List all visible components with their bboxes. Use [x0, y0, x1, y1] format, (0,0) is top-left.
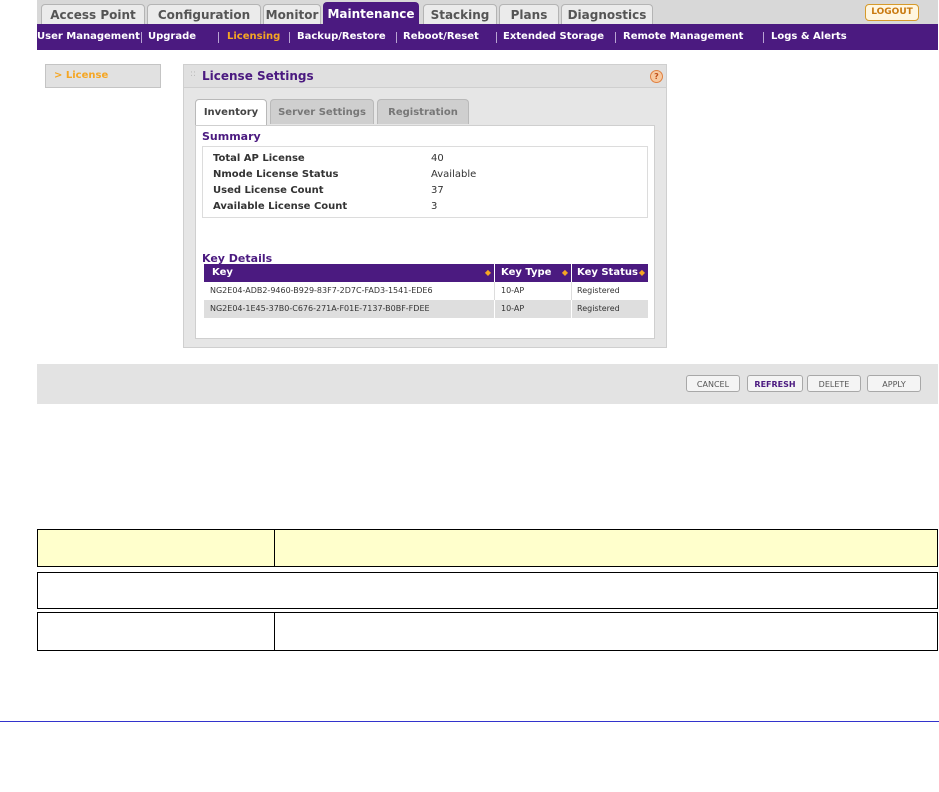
key-status-cell: Registered	[577, 286, 620, 295]
subnav-logs-alerts[interactable]: Logs & Alerts	[771, 24, 847, 50]
sort-icon[interactable]: ◆	[485, 264, 491, 282]
subnav-remote-management[interactable]: Remote Management	[623, 24, 743, 50]
help-icon[interactable]: ?	[650, 70, 663, 83]
tab-server-settings[interactable]: Server Settings	[270, 99, 374, 124]
doc-table-divider	[274, 530, 275, 566]
summary-value: 3	[431, 201, 438, 212]
summary-row: Total AP License 40	[203, 153, 647, 169]
panel-title: License Settings	[202, 69, 314, 83]
license-settings-panel: :: License Settings ? Inventory Server S…	[183, 64, 667, 348]
tab-plans[interactable]: Plans	[499, 4, 559, 24]
apply-button[interactable]: APPLY	[867, 375, 921, 392]
sort-icon[interactable]: ◆	[639, 264, 645, 282]
tab-inventory[interactable]: Inventory	[195, 99, 267, 126]
subnav-separator	[496, 32, 497, 43]
summary-value: 37	[431, 185, 444, 196]
column-header-key[interactable]: Key ◆	[204, 264, 494, 282]
column-divider	[494, 300, 495, 318]
key-status-cell: Registered	[577, 304, 620, 313]
tab-configuration[interactable]: Configuration	[147, 4, 261, 24]
column-header-label: Key Status	[577, 267, 638, 278]
sub-nav-bar: User Management Upgrade Licensing Backup…	[37, 24, 938, 50]
tab-registration[interactable]: Registration	[377, 99, 469, 124]
summary-label: Used License Count	[213, 185, 324, 196]
main-tab-bar: Access Point Configuration Monitor Maint…	[37, 0, 938, 24]
panel-header: :: License Settings ?	[184, 65, 666, 88]
subnav-user-management[interactable]: User Management	[37, 24, 140, 50]
summary-label: Total AP License	[213, 153, 305, 164]
key-type-cell: 10-AP	[501, 286, 525, 295]
summary-row: Available License Count 3	[203, 201, 647, 217]
subnav-reboot-reset[interactable]: Reboot/Reset	[403, 24, 479, 50]
tab-maintenance[interactable]: Maintenance	[323, 2, 419, 24]
logout-button[interactable]: LOGOUT	[865, 4, 919, 21]
summary-value: Available	[431, 169, 477, 180]
doc-table-divider	[274, 613, 275, 650]
subnav-licensing[interactable]: Licensing	[227, 24, 280, 50]
subnav-extended-storage[interactable]: Extended Storage	[503, 24, 604, 50]
sort-icon[interactable]: ◆	[562, 264, 568, 282]
summary-heading: Summary	[202, 130, 261, 143]
summary-label: Available License Count	[213, 201, 348, 212]
column-header-label: Key	[212, 267, 233, 278]
subnav-backup-restore[interactable]: Backup/Restore	[297, 24, 386, 50]
column-divider	[571, 300, 572, 318]
subnav-separator	[218, 32, 219, 43]
summary-box: Total AP License 40 Nmode License Status…	[202, 146, 648, 218]
inventory-content: Summary Total AP License 40 Nmode Licens…	[195, 125, 655, 339]
doc-table-header-row	[37, 529, 938, 567]
tab-access-point[interactable]: Access Point	[41, 4, 145, 24]
table-row[interactable]: NG2E04-ADB2-9460-B929-83F7-2D7C-FAD3-154…	[204, 282, 648, 300]
delete-button[interactable]: DELETE	[807, 375, 861, 392]
cancel-button[interactable]: CANCEL	[686, 375, 740, 392]
leftnav-license[interactable]: > License	[45, 64, 161, 88]
doc-table-span-row	[37, 572, 938, 609]
subnav-upgrade[interactable]: Upgrade	[148, 24, 196, 50]
subnav-separator	[396, 32, 397, 43]
subnav-separator	[289, 32, 290, 43]
summary-value: 40	[431, 153, 444, 164]
table-row[interactable]: NG2E04-1E45-37B0-C676-271A-F01E-7137-B0B…	[204, 300, 648, 318]
refresh-button[interactable]: REFRESH	[747, 375, 803, 392]
table-header: Key ◆ Key Type ◆ Key Status ◆	[204, 264, 648, 282]
summary-row: Used License Count 37	[203, 185, 647, 201]
tab-stacking[interactable]: Stacking	[423, 4, 497, 24]
column-header-key-status[interactable]: Key Status ◆	[572, 264, 648, 282]
column-header-label: Key Type	[501, 267, 552, 278]
column-divider	[494, 282, 495, 300]
subnav-separator	[141, 32, 142, 43]
subnav-separator	[615, 32, 616, 43]
drag-grip-icon: ::	[190, 69, 197, 79]
key-cell: NG2E04-1E45-37B0-C676-271A-F01E-7137-B0B…	[210, 304, 430, 313]
tab-diagnostics[interactable]: Diagnostics	[561, 4, 653, 24]
column-divider	[571, 282, 572, 300]
tab-monitor[interactable]: Monitor	[263, 4, 321, 24]
column-header-key-type[interactable]: Key Type ◆	[495, 264, 571, 282]
page-rule	[0, 721, 939, 722]
summary-label: Nmode License Status	[213, 169, 339, 180]
content-area: > License :: License Settings ? Inventor…	[37, 50, 938, 364]
doc-table-row	[37, 612, 938, 651]
key-cell: NG2E04-ADB2-9460-B929-83F7-2D7C-FAD3-154…	[210, 286, 433, 295]
action-bar: CANCEL REFRESH DELETE APPLY	[37, 364, 938, 404]
key-type-cell: 10-AP	[501, 304, 525, 313]
screenshot-frame: Access Point Configuration Monitor Maint…	[37, 0, 938, 404]
subnav-separator	[763, 32, 764, 43]
summary-row: Nmode License Status Available	[203, 169, 647, 185]
